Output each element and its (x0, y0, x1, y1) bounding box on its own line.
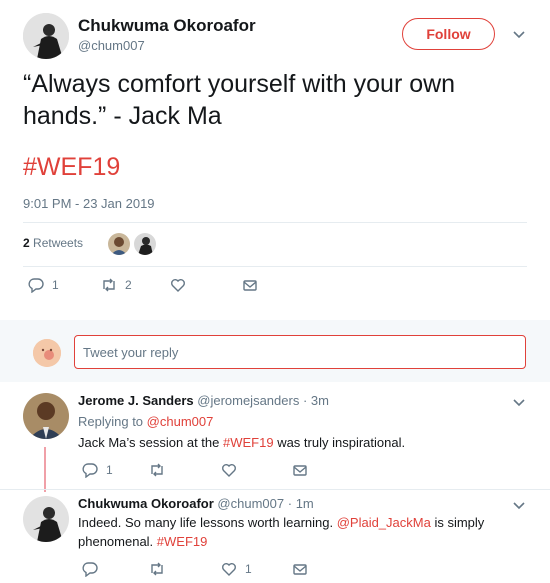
reply-icon (82, 463, 98, 478)
retweet-icon (151, 562, 163, 576)
reply-author-name: Jerome J. Sanders (78, 393, 194, 408)
avatar[interactable] (23, 393, 69, 439)
heart-icon (222, 563, 236, 576)
reply-action[interactable]: 1 (28, 277, 59, 293)
chevron-down-icon[interactable] (512, 499, 526, 513)
retweet-action[interactable]: 2 (101, 277, 132, 293)
tweet-text: “Always comfort yourself with your own h… (23, 70, 456, 130)
dm-icon (293, 564, 307, 575)
reply-time: 3m (310, 393, 329, 408)
reply-count: 1 (106, 463, 113, 477)
reply-text-part: phenomenal. (78, 534, 157, 549)
like-action[interactable]: 1 (221, 561, 252, 577)
like-action[interactable] (170, 277, 186, 293)
reply-author-handle: @chum007 (217, 496, 285, 511)
separator: · (302, 393, 308, 408)
like-action[interactable] (221, 462, 237, 478)
main-tweet: Chukwuma Okoroafor @chum007 Follow “Alwa… (0, 0, 550, 314)
retweet-stats[interactable]: 2 Retweets (23, 236, 83, 250)
reply-text-part: Jack Ma’s session at the (78, 435, 223, 450)
heart-icon (171, 279, 185, 292)
reply-input[interactable]: Tweet your reply (74, 335, 526, 369)
reply-action[interactable] (82, 561, 98, 577)
dm-icon (243, 280, 257, 291)
reply-text-part: is simply (430, 515, 485, 530)
divider (23, 266, 527, 267)
replying-to: Replying to @chum007 (78, 412, 213, 431)
retweet-count: 2 (125, 278, 132, 292)
dm-action[interactable] (292, 561, 308, 577)
reply-author[interactable]: Jerome J. Sanders @jeromejsanders · 3m (78, 393, 329, 408)
reply-text: Indeed. So many life lessons worth learn… (78, 513, 518, 551)
hashtag-link[interactable]: #WEF19 (23, 153, 120, 182)
mention-link[interactable]: @Plaid_JackMa (337, 515, 431, 530)
reply-action[interactable]: 1 (82, 462, 113, 478)
thread-connector (44, 447, 46, 492)
author-handle[interactable]: @chum007 (78, 38, 145, 53)
reply-author-name: Chukwuma Okoroafor (78, 496, 214, 511)
follow-button[interactable]: Follow (402, 18, 495, 50)
chevron-down-icon[interactable] (512, 28, 526, 42)
replying-to-label: Replying to (78, 414, 147, 429)
current-user-avatar (33, 339, 61, 367)
reply-author[interactable]: Chukwuma Okoroafor @chum007 · 1m (78, 496, 314, 511)
retweeter-avatar[interactable] (108, 233, 130, 255)
like-count: 1 (245, 562, 252, 576)
chevron-down-icon[interactable] (512, 396, 526, 410)
mention-link[interactable]: @chum007 (147, 414, 214, 429)
retweet-label: Retweets (29, 236, 84, 250)
divider (0, 489, 550, 490)
reply-count: 1 (52, 278, 59, 292)
reply-icon (28, 278, 44, 293)
retweet-icon (103, 278, 115, 292)
separator: · (287, 496, 293, 511)
hashtag-link[interactable]: #WEF19 (223, 435, 274, 450)
hashtag-link[interactable]: #WEF19 (157, 534, 208, 549)
avatar[interactable] (23, 13, 69, 59)
reply-text-part: Indeed. So many life lessons worth learn… (78, 515, 337, 530)
retweet-action[interactable] (149, 561, 165, 577)
dm-action[interactable] (242, 277, 258, 293)
retweeter-avatar[interactable] (134, 233, 156, 255)
retweet-icon (151, 463, 163, 477)
tweet-timestamp[interactable]: 9:01 PM - 23 Jan 2019 (23, 196, 155, 211)
dm-action[interactable] (292, 462, 308, 478)
avatar[interactable] (23, 496, 69, 542)
reply-author-handle: @jeromejsanders (197, 393, 300, 408)
author-name[interactable]: Chukwuma Okoroafor (78, 16, 256, 36)
dm-icon (293, 465, 307, 476)
reply-time: 1m (295, 496, 314, 511)
divider (23, 222, 527, 223)
reply-text-part: was truly inspirational. (273, 435, 406, 450)
retweet-action[interactable] (149, 462, 165, 478)
heart-icon (222, 464, 236, 477)
reply-icon (82, 562, 98, 577)
retweet-count: 2 (23, 236, 30, 250)
reply-text: Jack Ma’s session at the #WEF19 was trul… (78, 433, 405, 452)
